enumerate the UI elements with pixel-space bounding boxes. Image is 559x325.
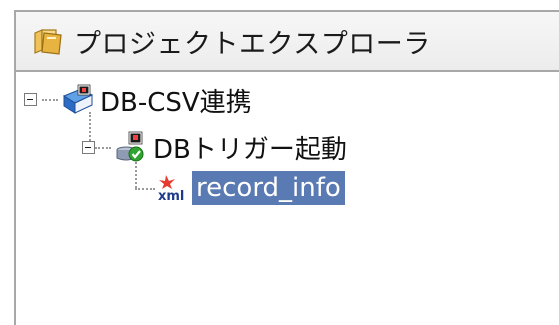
tree-connector (95, 147, 111, 149)
tree-item-record-info[interactable]: xml record_info (156, 168, 345, 208)
xml-icon-text: xml (158, 189, 184, 203)
collapse-toggle[interactable] (24, 93, 37, 106)
tree-connector (42, 99, 58, 101)
project-tree[interactable]: DB-CSV連携 DBトリガー起動 xml record_info (14, 72, 559, 325)
collapse-toggle[interactable] (82, 141, 95, 154)
project-book-icon (60, 82, 96, 118)
tree-item-label: record_info (192, 171, 345, 205)
tree-connector (135, 188, 155, 190)
project-explorer-panel: プロジェクトエクスプローラ DB-CSV連携 DBトリガー起動 xml reco… (0, 0, 559, 325)
db-trigger-icon (113, 129, 149, 165)
tree-item-db-trigger[interactable]: DBトリガー起動 (113, 127, 351, 167)
tree-item-label: DB-CSV連携 (100, 87, 252, 118)
explorer-title: プロジェクトエクスプローラ (74, 28, 431, 60)
tree-item-label: DBトリガー起動 (153, 134, 347, 165)
folder-icon (30, 23, 66, 59)
tree-item-project[interactable]: DB-CSV連携 (60, 80, 256, 120)
explorer-title-bar[interactable]: プロジェクトエクスプローラ (14, 10, 559, 72)
xml-file-icon: xml (156, 170, 192, 206)
